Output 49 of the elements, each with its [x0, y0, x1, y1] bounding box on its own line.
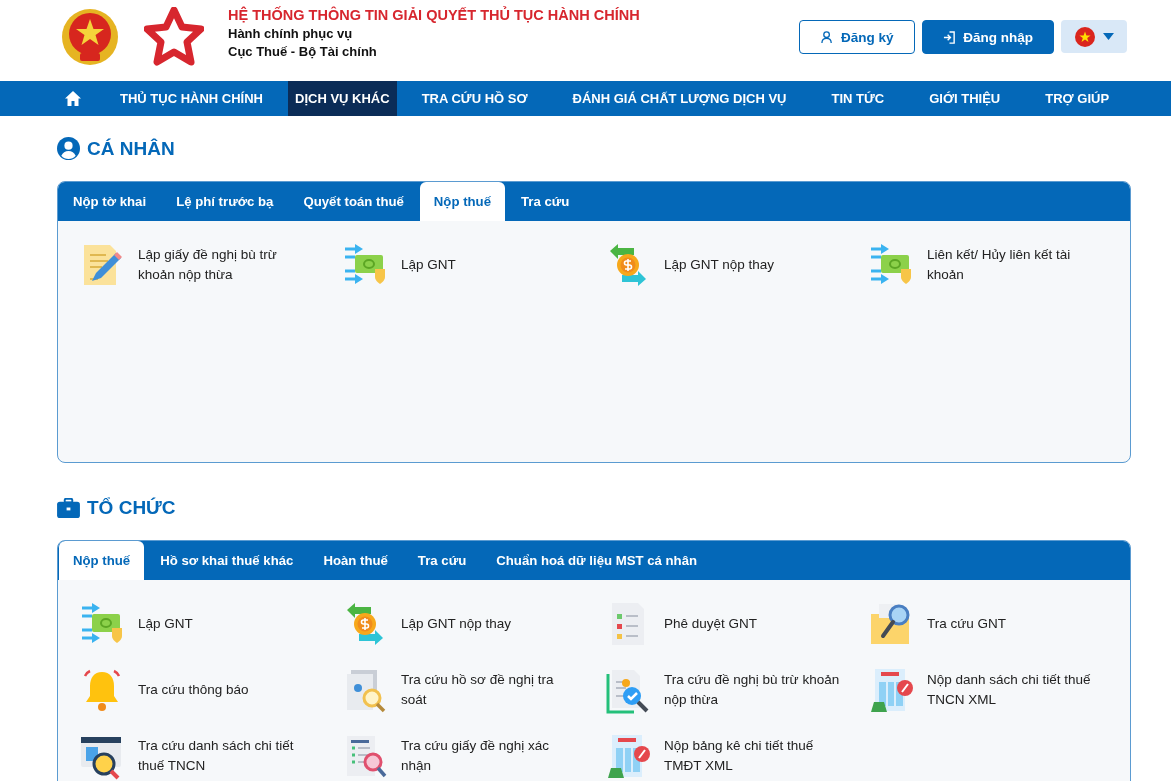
- service-link[interactable]: Tra cứu hồ sơ đề nghị tra soát: [401, 670, 579, 710]
- section-title: TỔ CHỨC: [87, 496, 176, 519]
- nav-link[interactable]: ĐÁNH GIÁ CHẤT LƯỢNG DỊCH VỤ: [552, 81, 807, 116]
- vietnam-flag-icon: [1074, 26, 1095, 47]
- language-selector[interactable]: [1061, 20, 1127, 53]
- star-logo-icon: [144, 7, 204, 67]
- tab[interactable]: Quyết toán thuế: [289, 182, 418, 221]
- service-link[interactable]: Tra cứu danh sách chi tiết thuế TNCN: [138, 736, 316, 776]
- service-link[interactable]: Lập GNT: [401, 255, 456, 275]
- register-button[interactable]: Đăng ký: [799, 20, 916, 54]
- tab[interactable]: Nộp thuế: [419, 182, 505, 221]
- tab[interactable]: Tra cứu: [507, 182, 584, 221]
- service-link[interactable]: Lập GNT nộp thay: [664, 255, 775, 275]
- service-link[interactable]: Lập giấy đề nghị bù trừ khoản nộp thừa: [138, 245, 316, 285]
- nav-link[interactable]: TRỢ GIÚP: [1025, 81, 1130, 116]
- tab[interactable]: Chuẩn hoá dữ liệu MST cá nhân: [482, 541, 712, 580]
- tab[interactable]: Hồ sơ khai thuế khác: [146, 541, 308, 580]
- tab[interactable]: Lệ phí trước bạ: [162, 182, 288, 221]
- nav-link[interactable]: GIỚI THIỆU: [909, 81, 1021, 116]
- tab[interactable]: Nộp tờ khai: [59, 182, 161, 221]
- service-link[interactable]: Liên kết/ Hủy liên kết tài khoản: [927, 245, 1105, 285]
- subtitle: Hành chính phục vụ: [228, 26, 354, 41]
- service-link[interactable]: Phê duyệt GNT: [664, 614, 758, 634]
- agency-name: Cục Thuế - Bộ Tài chính: [228, 44, 378, 59]
- caret-down-icon: [1102, 33, 1114, 40]
- service-link[interactable]: Tra cứu thông báo: [138, 680, 249, 700]
- nav-link[interactable]: DỊCH VỤ KHÁC: [288, 81, 397, 116]
- tab[interactable]: Tra cứu: [403, 541, 481, 580]
- service-link[interactable]: Lập GNT nộp thay: [401, 614, 512, 634]
- emblem-icon: [60, 7, 120, 67]
- system-title: HỆ THỐNG THÔNG TIN GIẢI QUYẾT THỦ TỤC HÀNH CHÍNH: [228, 7, 640, 23]
- login-button[interactable]: Đăng nhập: [922, 20, 1054, 54]
- tab[interactable]: Hoàn thuế: [309, 541, 402, 580]
- user-icon: [821, 30, 834, 44]
- section-title: CÁ NHÂN: [87, 137, 175, 160]
- home-icon: [64, 90, 82, 107]
- service-link[interactable]: Tra cứu đề nghị bù trừ khoản nộp thừa: [664, 670, 842, 710]
- service-link[interactable]: Tra cứu giấy đề nghị xác nhận: [401, 736, 579, 776]
- tab[interactable]: Nộp thuế: [59, 541, 145, 580]
- nav-link[interactable]: TRA CỨU HỒ SƠ: [401, 81, 548, 116]
- briefcase-icon: [57, 497, 80, 518]
- service-link[interactable]: Tra cứu GNT: [927, 614, 1007, 634]
- nav-link[interactable]: TIN TỨC: [811, 81, 905, 116]
- service-link[interactable]: Nộp bảng kê chi tiết thuế TMĐT XML: [664, 736, 842, 776]
- user-circle-icon: [57, 137, 80, 160]
- service-link[interactable]: Lập GNT: [138, 614, 193, 634]
- nav-link[interactable]: THỦ TỤC HÀNH CHÍNH: [100, 81, 283, 116]
- login-icon: [943, 30, 957, 44]
- service-link[interactable]: Nộp danh sách chi tiết thuế TNCN XML: [927, 670, 1105, 710]
